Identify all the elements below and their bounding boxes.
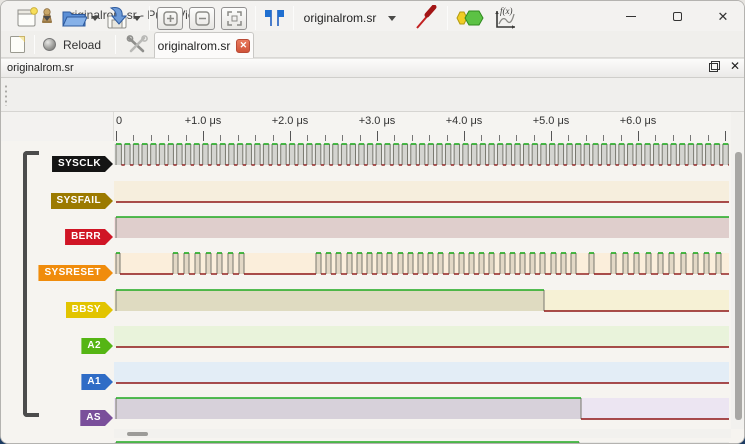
maximize-button[interactable] <box>654 1 700 31</box>
channel-label-berr[interactable]: BERR <box>65 229 113 245</box>
ruler-major-tick <box>464 131 465 141</box>
zoom-in-button[interactable] <box>157 7 183 30</box>
ruler-major-tick <box>290 131 291 141</box>
tab-close-icon: ✕ <box>239 40 248 50</box>
dock-title: originalrom.sr <box>7 62 74 74</box>
ruler-major-tick <box>725 131 726 141</box>
separator <box>34 35 35 54</box>
add-math-signal-button[interactable]: f(x) <box>493 5 519 31</box>
save-icon <box>107 7 128 29</box>
separator <box>115 35 116 54</box>
time-ruler[interactable]: 0 +1.0 μs +2.0 μs +3.0 μs +4.0 μs +5.0 μs +6.0… <box>114 112 731 141</box>
channel-label-sysclk[interactable]: SYSCLK <box>52 156 113 172</box>
ruler-tick-label: +4.0 μs <box>445 115 483 127</box>
minimize-icon <box>626 15 636 17</box>
settings-button[interactable] <box>125 34 149 56</box>
horizontal-scrollbar-handle[interactable] <box>127 432 148 436</box>
horizontal-scrollbar[interactable] <box>114 429 731 438</box>
decoder-icon <box>456 10 484 26</box>
device-select[interactable]: originalrom.sr <box>301 5 399 31</box>
math-fx-icon: f(x) <box>495 6 515 29</box>
show-cursors-button[interactable] <box>263 5 287 31</box>
maximize-icon <box>672 11 682 21</box>
probe-icon <box>416 5 437 29</box>
ruler-tick-label: +2.0 μs <box>271 115 309 127</box>
tab-close-button[interactable]: ✕ <box>236 38 251 53</box>
open-file-dropdown-arrow[interactable] <box>91 15 99 21</box>
zoom-in-icon <box>162 11 178 26</box>
zoom-out-button[interactable] <box>189 7 215 30</box>
dock-close-button[interactable]: ✕ <box>730 60 740 72</box>
separator <box>149 6 150 30</box>
zoom-out-icon <box>194 11 210 26</box>
new-file-dropdown-arrow[interactable] <box>43 15 51 21</box>
open-file-button[interactable] <box>61 5 99 31</box>
ruler-major-tick <box>551 131 552 141</box>
reload-icon <box>43 38 56 51</box>
ruler-tick-label: 0 <box>115 115 123 127</box>
cursor-flags-icon <box>265 10 284 26</box>
wrench-icon <box>126 35 148 53</box>
session-tab-label: originalrom.sr <box>157 38 231 53</box>
ruler-tick-label: +3.0 μs <box>358 115 396 127</box>
zoom-fit-icon <box>226 11 242 26</box>
close-button[interactable]: ✕ <box>700 1 744 31</box>
save-button[interactable] <box>103 5 141 31</box>
tab-bar <box>1 31 744 58</box>
separator <box>293 6 294 30</box>
new-file-icon <box>17 7 38 27</box>
device-dropdown-arrow <box>388 15 397 21</box>
new-session-button[interactable] <box>9 35 27 54</box>
open-folder-icon <box>62 11 87 27</box>
separator <box>447 6 448 30</box>
minimize-button[interactable] <box>608 1 654 31</box>
save-dropdown-arrow[interactable] <box>133 15 141 21</box>
channel-label-bbsy[interactable]: BBSY <box>66 302 113 318</box>
ruler-tick-label: +5.0 μs <box>532 115 570 127</box>
zoom-fit-button[interactable] <box>221 7 247 30</box>
reload-button[interactable]: Reload <box>43 34 101 55</box>
device-select-label: originalrom.sr <box>303 11 377 25</box>
configure-channels-button[interactable] <box>407 5 437 31</box>
session-tab[interactable]: originalrom.sr ✕ <box>154 32 254 58</box>
ruler-tick-label: +6.0 μs <box>619 115 657 127</box>
main-toolbar <box>1 78 744 112</box>
new-file-button[interactable] <box>15 5 51 31</box>
dock-float-button[interactable] <box>708 61 720 72</box>
svg-text:f(x): f(x) <box>500 6 513 16</box>
dock-titlebar[interactable]: originalrom.sr ✕ <box>1 58 744 78</box>
trace-area[interactable]: SYSCLK SYSFAIL BERR SYSRESET BBSY A2 A1 AS <box>1 141 744 443</box>
add-decoder-button[interactable] <box>455 5 485 31</box>
ruler-major-tick <box>203 131 204 141</box>
ruler-major-tick <box>377 131 378 141</box>
toolbar-grip[interactable] <box>4 84 8 106</box>
close-icon: ✕ <box>717 8 729 24</box>
separator <box>255 6 256 30</box>
channel-label-sysfail[interactable]: SYSFAIL <box>51 193 113 209</box>
ruler-major-tick <box>116 131 117 141</box>
pulseview-window: originalrom.sr - PulseView ✕ Reload orig… <box>0 0 745 444</box>
reload-label: Reload <box>63 37 102 52</box>
vertical-scrollbar-handle[interactable] <box>735 152 742 420</box>
vertical-scrollbar[interactable] <box>731 112 744 429</box>
waveform-canvas <box>114 143 729 443</box>
ruler-major-tick <box>638 131 639 141</box>
ruler-tick-label: +1.0 μs <box>184 115 222 127</box>
channel-label-sysreset[interactable]: SYSRESET <box>38 265 113 281</box>
